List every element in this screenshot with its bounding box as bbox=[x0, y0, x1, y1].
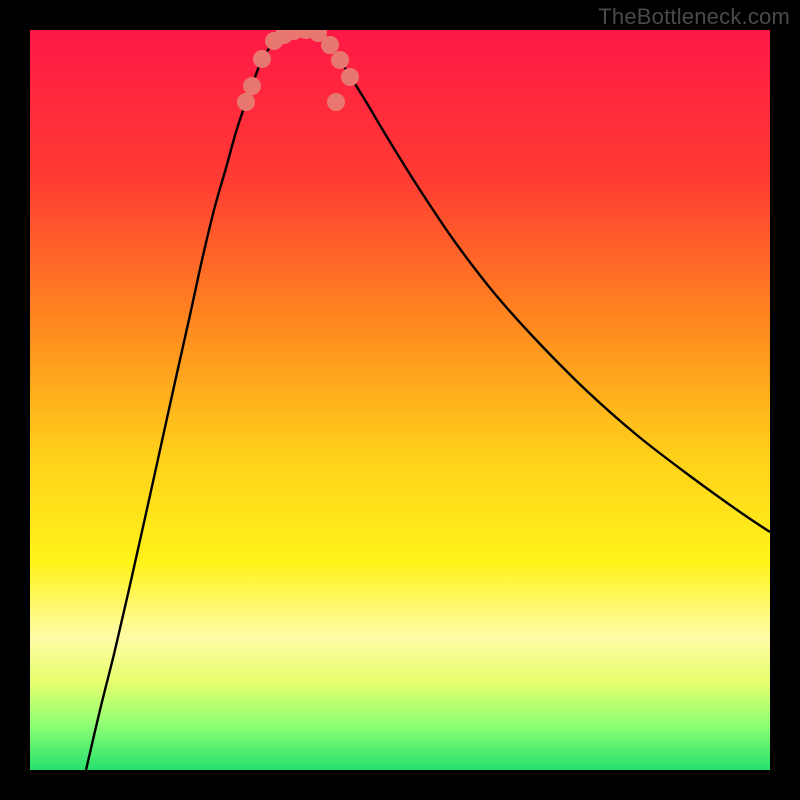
chart-svg bbox=[30, 30, 770, 770]
data-marker bbox=[321, 36, 339, 54]
plot-area bbox=[30, 30, 770, 770]
data-marker bbox=[243, 77, 261, 95]
data-marker bbox=[331, 51, 349, 69]
data-marker bbox=[253, 50, 271, 68]
data-marker bbox=[237, 93, 255, 111]
data-marker bbox=[341, 68, 359, 86]
gradient-background bbox=[30, 30, 770, 770]
data-marker bbox=[327, 93, 345, 111]
watermark-text: TheBottleneck.com bbox=[598, 4, 790, 30]
chart-frame: TheBottleneck.com bbox=[0, 0, 800, 800]
